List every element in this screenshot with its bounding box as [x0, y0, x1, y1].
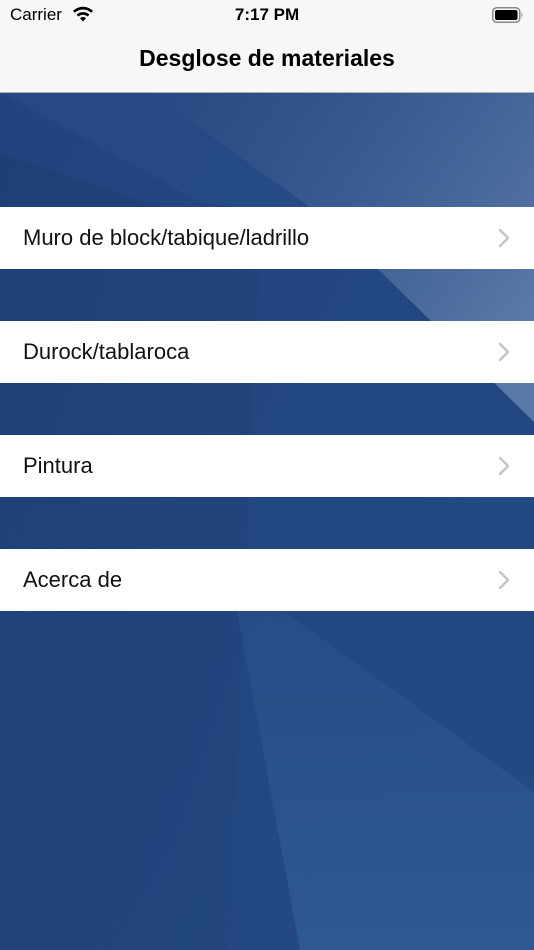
menu-item-label: Muro de block/tabique/ladrillo	[23, 225, 310, 250]
menu-item-label: Acerca de	[23, 567, 123, 592]
menu-item-durock[interactable]: Durock/tablaroca	[0, 321, 534, 383]
menu-item-label: Durock/tablaroca	[23, 339, 190, 364]
chevron-right-icon	[498, 456, 510, 476]
status-time: 7:17 PM	[234, 5, 300, 24]
top-bar: Carrier 7:17 PM Desglose de materiales	[0, 0, 534, 93]
screen: Carrier 7:17 PM Desglose de materiales M…	[0, 0, 534, 950]
chevron-right-icon	[498, 570, 510, 590]
menu-item-acerca-de[interactable]: Acerca de	[0, 549, 534, 611]
menu-item-label: Pintura	[23, 453, 93, 478]
menu-item-muro[interactable]: Muro de block/tabique/ladrillo	[0, 207, 534, 269]
battery-icon	[492, 7, 523, 23]
page-title: Desglose de materiales	[139, 45, 395, 71]
menu-item-pintura[interactable]: Pintura	[0, 435, 534, 497]
chevron-right-icon	[498, 228, 510, 248]
chevron-right-icon	[498, 342, 510, 362]
status-bar: Carrier 7:17 PM	[0, 0, 534, 30]
